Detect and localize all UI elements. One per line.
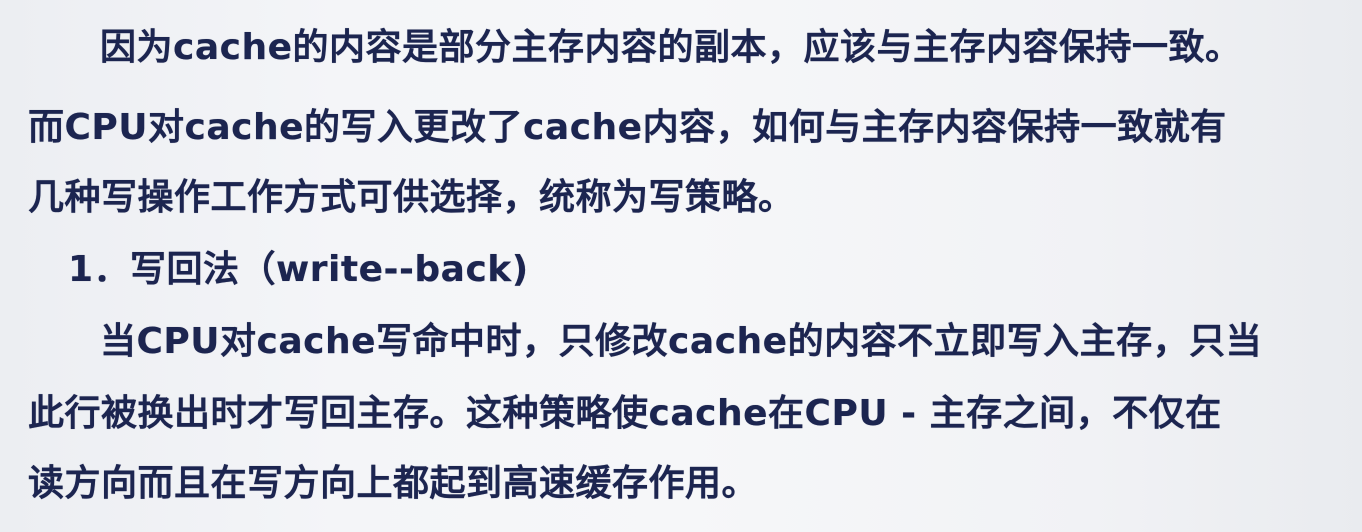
intro-paragraph-line-3: 几种写操作工作方式可供选择，统称为写策略。 bbox=[28, 177, 795, 218]
section-heading-write-back: 1．写回法（write--back) bbox=[68, 249, 529, 290]
intro-paragraph-line-2: 而CPU对cache的写入更改了cache内容，如何与主存内容保持一致就有 bbox=[28, 107, 1227, 148]
write-back-paragraph-line-2: 此行被换出时才写回主存。这种策略使cache在CPU - 主存之间，不仅在 bbox=[28, 393, 1222, 434]
slide: 因为cache的内容是部分主存内容的副本，应该与主存内容保持一致。 而CPU对c… bbox=[0, 0, 1362, 532]
intro-paragraph-line-1: 因为cache的内容是部分主存内容的副本，应该与主存内容保持一致。 bbox=[100, 27, 1242, 68]
write-back-paragraph-line-3: 读方向而且在写方向上都起到高速缓存作用。 bbox=[28, 463, 759, 504]
write-back-paragraph-line-1: 当CPU对cache写命中时，只修改cache的内容不立即写入主存，只当 bbox=[100, 321, 1263, 362]
